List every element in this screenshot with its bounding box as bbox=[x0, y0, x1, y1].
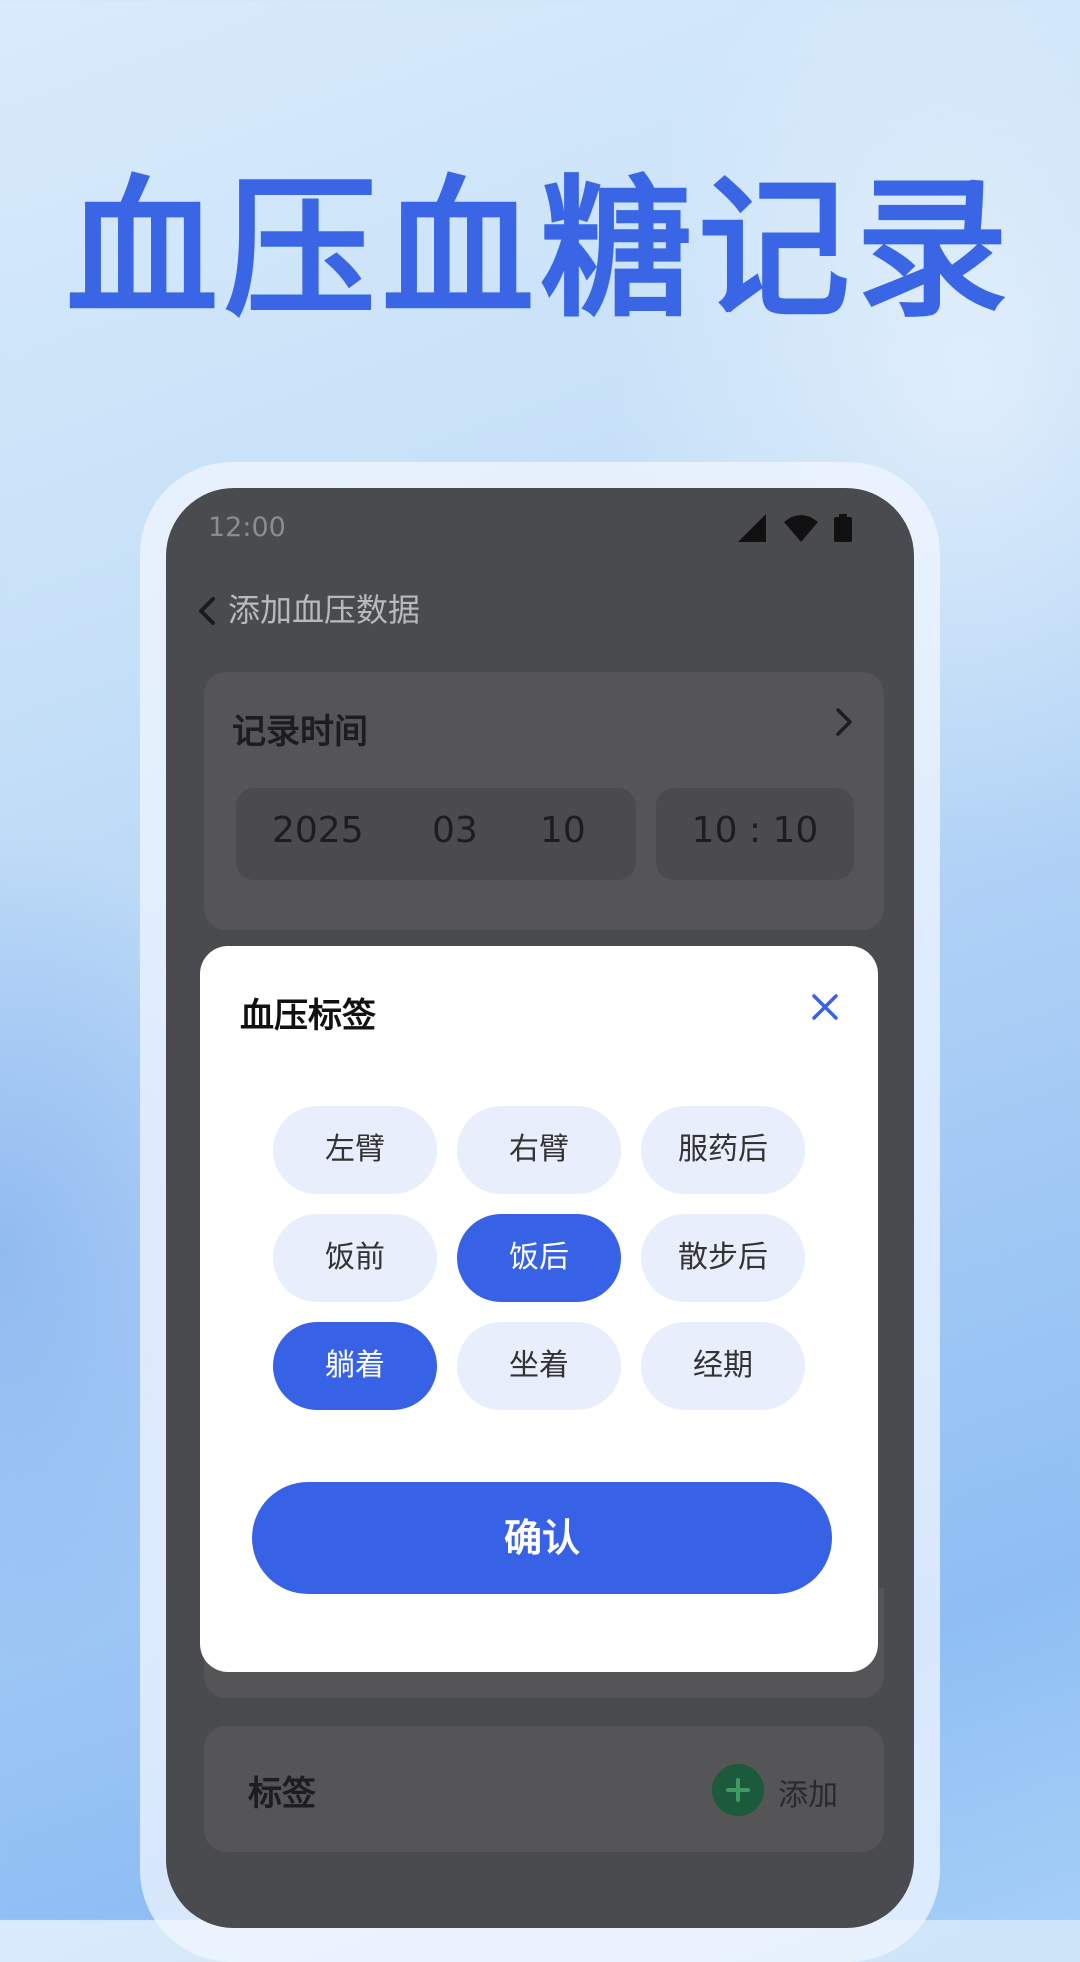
signal-icon bbox=[738, 514, 766, 542]
status-icons bbox=[738, 514, 878, 542]
date-picker[interactable]: 2025 03 10 bbox=[236, 788, 636, 880]
tag-chip-after-medication[interactable]: 服药后 bbox=[641, 1106, 805, 1194]
tag-chip-menstruation[interactable]: 经期 bbox=[641, 1322, 805, 1410]
confirm-button[interactable]: 确认 bbox=[252, 1482, 832, 1594]
tag-dialog: 血压标签 左臂 右臂 服药后 饭前 饭后 散步后 躺着 坐着 经期 确认 bbox=[200, 946, 878, 1672]
tag-chip-left-arm[interactable]: 左臂 bbox=[273, 1106, 437, 1194]
time-picker[interactable]: 10 : 10 bbox=[656, 788, 854, 880]
promo-headline: 血压血糖记录 bbox=[66, 161, 1014, 338]
date-month: 03 bbox=[432, 810, 478, 851]
tag-chip-sitting[interactable]: 坐着 bbox=[457, 1322, 621, 1410]
tags-label: 标签 bbox=[248, 1774, 316, 1814]
plus-icon-vertical bbox=[736, 1778, 740, 1802]
date-day: 10 bbox=[540, 810, 586, 851]
tag-chip-lying[interactable]: 躺着 bbox=[273, 1322, 437, 1410]
close-icon[interactable] bbox=[810, 992, 840, 1022]
tag-chip-right-arm[interactable]: 右臂 bbox=[457, 1106, 621, 1194]
tag-chip-after-meal[interactable]: 饭后 bbox=[457, 1214, 621, 1302]
chevron-right-icon[interactable] bbox=[834, 706, 854, 738]
status-time: 12:00 bbox=[208, 512, 286, 543]
record-time-label: 记录时间 bbox=[232, 712, 368, 752]
tag-chip-before-meal[interactable]: 饭前 bbox=[273, 1214, 437, 1302]
record-time-card: 记录时间 2025 03 10 10 : 10 bbox=[204, 672, 884, 930]
chevron-left-icon[interactable] bbox=[196, 596, 218, 626]
time-value: 10 : 10 bbox=[691, 810, 819, 851]
add-tag-button[interactable] bbox=[712, 1764, 764, 1816]
battery-icon bbox=[834, 514, 852, 542]
wifi-icon bbox=[784, 515, 818, 542]
tags-row: 标签 添加 bbox=[204, 1726, 884, 1852]
date-year: 2025 bbox=[272, 810, 364, 851]
page-title: 添加血压数据 bbox=[228, 591, 421, 629]
dialog-title: 血压标签 bbox=[240, 996, 376, 1036]
add-tag-label[interactable]: 添加 bbox=[778, 1770, 838, 1814]
tag-chip-after-walk[interactable]: 散步后 bbox=[641, 1214, 805, 1302]
